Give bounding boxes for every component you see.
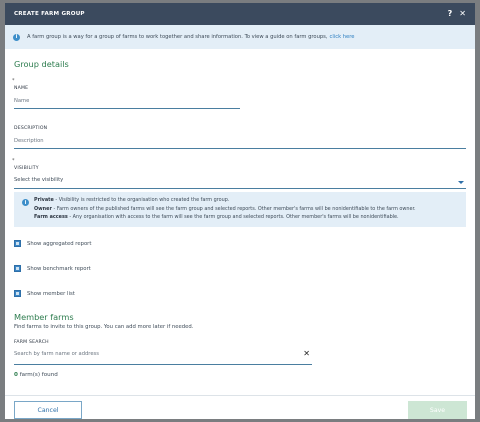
info-icon: i (22, 199, 29, 206)
visibility-label: VISIBILITY (14, 166, 39, 171)
visibility-access-line: Farm access - Any organisation with acce… (34, 214, 399, 220)
member-list-option[interactable]: Show member list (14, 290, 75, 297)
name-input[interactable]: Name (14, 98, 240, 104)
required-marker: * (12, 78, 15, 84)
visibility-select-value: Select the visibility (14, 177, 64, 183)
info-banner: i A farm group is a way for a group of f… (5, 25, 475, 49)
name-label: NAME (14, 86, 29, 91)
save-button[interactable]: Save (408, 401, 467, 419)
access-text: - Any organisation with access to the fa… (67, 214, 399, 220)
farms-found-count: 0 farm(s) found (14, 372, 58, 378)
member-list-checkbox[interactable] (14, 290, 21, 297)
description-input[interactable]: Description (14, 138, 466, 144)
member-farms-description: Find farms to invite to this group. You … (14, 324, 194, 330)
farm-search-input[interactable]: Search by farm name or address ✕ (14, 349, 312, 362)
visibility-owner-line: Owner - Farm owners of the published far… (34, 206, 416, 212)
benchmark-report-option[interactable]: Show benchmark report (14, 265, 91, 272)
clear-search-icon[interactable]: ✕ (303, 349, 310, 358)
farm-search-underline (14, 364, 312, 365)
found-count: 0 (14, 372, 18, 378)
found-text: farm(s) found (19, 372, 58, 378)
visibility-private-line: Private - Visibility is restricted to th… (34, 197, 229, 203)
visibility-select[interactable]: Select the visibility (14, 175, 466, 188)
owner-text: - Farm owners of the published farms wil… (51, 206, 416, 212)
create-farm-group-dialog: CREATE FARM GROUP ? ✕ i A farm group is … (5, 3, 475, 419)
info-icon: i (13, 33, 20, 41)
name-input-underline (14, 108, 240, 109)
dialog-footer: Cancel Save (5, 395, 475, 419)
access-term: Farm access (34, 214, 68, 220)
benchmark-report-checkbox[interactable] (14, 265, 21, 272)
dialog-titlebar: CREATE FARM GROUP ? ✕ (5, 3, 475, 25)
guide-link[interactable]: click here (330, 34, 355, 40)
close-icon[interactable]: ✕ (459, 10, 466, 18)
aggregated-report-option[interactable]: Show aggregated report (14, 240, 91, 247)
member-list-label: Show member list (27, 290, 75, 297)
chevron-down-icon (458, 181, 464, 184)
description-label: DESCRIPTION (14, 126, 48, 131)
dialog-title: CREATE FARM GROUP (14, 11, 85, 17)
visibility-select-underline (14, 188, 466, 189)
description-input-underline (14, 148, 466, 149)
owner-term: Owner (34, 206, 52, 212)
member-farms-heading: Member farms (14, 312, 74, 322)
question-icon[interactable]: ? (448, 10, 453, 18)
farm-search-label: FARM SEARCH (14, 340, 49, 345)
cancel-button[interactable]: Cancel (14, 401, 82, 419)
private-term: Private (34, 197, 54, 203)
info-banner-text: A farm group is a way for a group of far… (27, 34, 328, 40)
visibility-help-note: i Private - Visibility is restricted to … (14, 192, 466, 227)
benchmark-report-label: Show benchmark report (27, 265, 91, 272)
aggregated-report-checkbox[interactable] (14, 240, 21, 247)
aggregated-report-label: Show aggregated report (27, 240, 92, 247)
required-marker: * (12, 158, 15, 164)
farm-search-placeholder: Search by farm name or address (14, 351, 99, 357)
group-details-heading: Group details (14, 59, 69, 69)
private-text: - Visibility is restricted to the organi… (53, 197, 230, 203)
